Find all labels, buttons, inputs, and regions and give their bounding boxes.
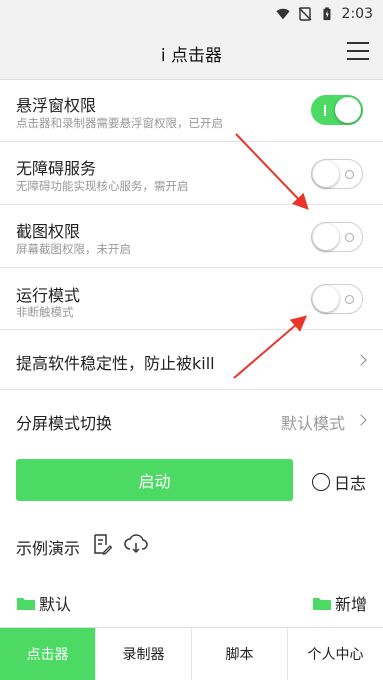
stability-label: 提高软件稳定性，防止被kill [16,354,215,373]
no-sim-icon [298,7,312,21]
hamburger-menu-icon[interactable] [347,42,369,62]
setting-row-run-mode[interactable]: 运行模式 非断触模式 [0,268,383,330]
setting-title: 截图权限 [16,222,81,241]
split-mode-label: 分屏模式切换 [16,414,113,433]
default-folder[interactable]: 默认 [16,591,71,615]
battery-icon [323,7,331,21]
setting-subtitle: 无障碍功能实现核心服务，需开启 [16,179,189,193]
status-bar: 2:03 [0,0,383,28]
split-mode-row[interactable]: 分屏模式切换 默认模式 [0,390,383,450]
status-time: 2:03 [341,6,373,22]
stability-row[interactable]: 提高软件稳定性，防止被kill [0,330,383,390]
folder-icon [17,598,35,610]
add-folder-button[interactable]: 新增 [312,591,367,615]
log-label: 日志 [334,474,367,493]
setting-row-screenshot[interactable]: 截图权限 屏幕截图权限，未开启 [0,205,383,268]
setting-row-overlay-permission[interactable]: 悬浮窗权限 点击器和录制器需要悬浮窗权限，已开启 [0,80,383,142]
accessibility-toggle[interactable] [311,159,363,189]
app-bar: i 点击器 [0,28,383,80]
run-mode-toggle[interactable] [311,284,363,314]
split-mode-value: 默认模式 [280,414,345,433]
tab-script[interactable]: 脚本 [192,628,288,680]
tab-recorder[interactable]: 录制器 [96,628,192,680]
tab-profile[interactable]: 个人中心 [288,628,383,680]
demo-label: 示例演示 [16,539,81,558]
setting-subtitle: 非断触模式 [16,305,74,319]
log-option[interactable]: 日志 [312,470,366,494]
setting-row-accessibility[interactable]: 无障碍服务 无障碍功能实现核心服务，需开启 [0,142,383,205]
cloud-download-icon[interactable] [124,534,148,554]
setting-title: 悬浮窗权限 [16,96,97,115]
setting-subtitle: 屏幕截图权限，未开启 [16,242,131,256]
screenshot-toggle[interactable] [311,222,363,252]
default-folder-label: 默认 [39,595,72,614]
document-edit-icon[interactable] [92,533,112,555]
add-folder-label: 新增 [335,595,368,614]
log-radio[interactable] [312,473,330,491]
tab-clicker[interactable]: 点击器 [0,628,96,680]
wifi-icon [275,8,290,20]
overlay-permission-toggle[interactable] [311,95,363,125]
setting-title: 运行模式 [16,286,81,305]
bottom-tab-bar: 点击器 录制器 脚本 个人中心 [0,627,383,680]
chevron-right-icon [355,354,367,366]
page-title: i 点击器 [160,46,223,66]
setting-subtitle: 点击器和录制器需要悬浮窗权限，已开启 [16,116,223,130]
setting-title: 无障碍服务 [16,159,97,178]
chevron-right-icon [355,414,367,426]
folder-icon [313,598,331,610]
start-button[interactable]: 启动 [16,459,293,501]
